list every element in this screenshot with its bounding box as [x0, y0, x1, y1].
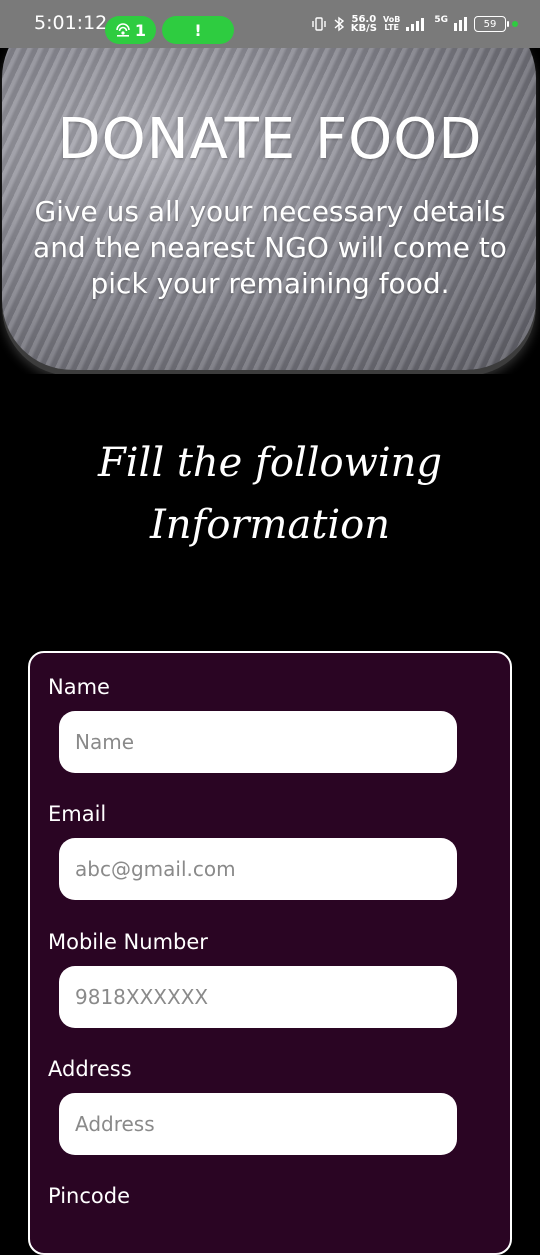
form-heading-line2: Information	[149, 502, 391, 548]
name-label: Name	[48, 675, 110, 699]
address-input[interactable]	[59, 1093, 457, 1155]
bluetooth-icon	[334, 16, 344, 32]
email-label: Email	[48, 802, 107, 826]
hotspot-icon	[116, 23, 130, 37]
network-speed-unit: KB/S	[350, 23, 377, 34]
network-speed: 56.0 KB/S	[350, 15, 377, 34]
hero-subtitle: Give us all your necessary details and t…	[33, 195, 507, 300]
alert-pill[interactable]: !	[162, 16, 234, 44]
mobile-input[interactable]	[59, 966, 457, 1028]
donation-form: Name Email Mobile Number Address Pincode	[28, 651, 512, 1255]
status-time: 5:01:12	[34, 12, 108, 34]
hero-title: DONATE FOOD	[57, 107, 483, 172]
hero-banner: DONATE FOOD Give us all your necessary d…	[0, 48, 540, 374]
address-label: Address	[48, 1057, 132, 1081]
signal-5g-icon	[454, 17, 467, 31]
form-heading: Fill the following Information	[0, 432, 540, 556]
status-bar: 5:01:12 1 ! 56.0 KB/S VoB LTE 5G 59	[0, 0, 540, 48]
hotspot-pill[interactable]: 1	[105, 16, 156, 44]
network-5g: 5G	[434, 15, 448, 25]
email-input[interactable]	[59, 838, 457, 900]
alert-icon: !	[194, 20, 202, 40]
signal-icon	[406, 18, 425, 31]
hotspot-count: 1	[134, 20, 147, 40]
status-icons: 56.0 KB/S VoB LTE 5G 59	[311, 15, 518, 34]
vibrate-icon	[312, 17, 326, 31]
privacy-dot-icon	[512, 21, 518, 27]
name-input[interactable]	[59, 711, 457, 773]
form-heading-line1: Fill the following	[97, 440, 443, 486]
battery-level: 59	[483, 18, 497, 30]
pincode-label: Pincode	[48, 1184, 130, 1208]
volte-bottom: LTE	[384, 23, 400, 32]
battery-icon: 59	[474, 16, 509, 32]
mobile-label: Mobile Number	[48, 930, 208, 954]
volte-indicator: VoB LTE	[383, 16, 400, 32]
